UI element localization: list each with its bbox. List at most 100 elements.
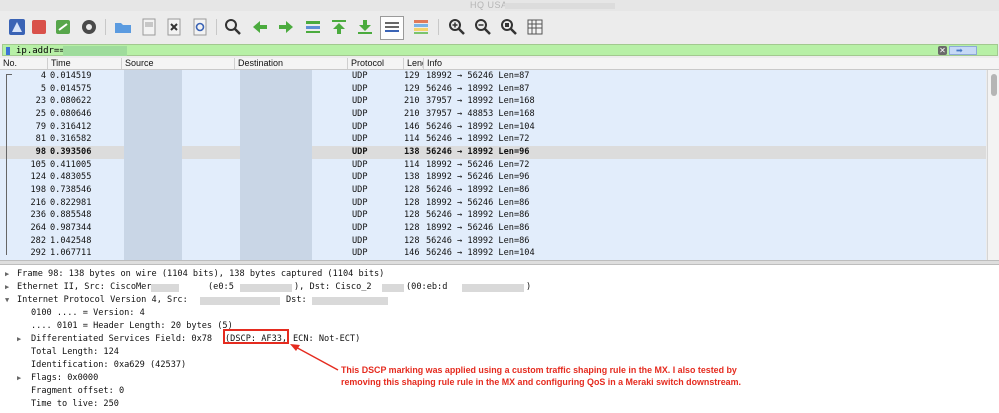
cell-info: 18992 → 56246 Len=86 bbox=[426, 223, 530, 234]
zoom-out-icon[interactable] bbox=[472, 16, 494, 38]
go-to-packet-icon[interactable] bbox=[302, 16, 324, 38]
cell-time: 0.411005 bbox=[50, 159, 92, 170]
cell-length: 128 bbox=[404, 210, 420, 221]
redacted-source bbox=[124, 82, 182, 96]
table-row[interactable]: 264 0.987344 UDP 128 18992 → 56246 Len=86 bbox=[0, 222, 986, 235]
cell-protocol: UDP bbox=[352, 109, 368, 119]
redacted-destination bbox=[240, 108, 312, 121]
save-file-icon[interactable] bbox=[138, 16, 160, 38]
reload-icon[interactable] bbox=[189, 16, 211, 38]
cell-protocol: UDP bbox=[352, 210, 368, 221]
display-filter-input[interactable]: ip.addr== ✕ ➡ bbox=[2, 44, 998, 56]
packet-details-pane: ▶ Frame 98: 138 bytes on wire (1104 bits… bbox=[0, 265, 999, 413]
cell-info: 56246 → 18992 Len=104 bbox=[426, 248, 535, 259]
go-first-icon[interactable] bbox=[328, 16, 350, 38]
redacted-source bbox=[124, 222, 182, 235]
cell-length: 138 bbox=[404, 147, 420, 158]
expand-triangle-icon[interactable]: ▶ bbox=[5, 268, 9, 281]
cell-time: 1.042548 bbox=[50, 235, 92, 246]
column-header-source[interactable]: Source bbox=[122, 58, 235, 69]
cell-length: 128 bbox=[404, 197, 420, 208]
column-header-no[interactable]: No. bbox=[0, 58, 48, 69]
expand-triangle-icon[interactable]: ▶ bbox=[17, 372, 21, 385]
column-header-length[interactable]: Length bbox=[404, 58, 424, 69]
scrollbar-thumb[interactable] bbox=[991, 74, 997, 96]
clear-filter-icon[interactable]: ✕ bbox=[938, 46, 947, 55]
table-row[interactable]: 98 0.393506 UDP 138 56246 → 18992 Len=96 bbox=[0, 146, 986, 159]
tree-item-frame[interactable]: ▶ Frame 98: 138 bytes on wire (1104 bits… bbox=[0, 268, 999, 281]
cell-length: 210 bbox=[404, 109, 420, 119]
table-row[interactable]: 81 0.316582 UDP 114 56246 → 18992 Len=72 bbox=[0, 133, 986, 146]
redacted-destination bbox=[240, 158, 312, 172]
annotation-text: This DSCP marking was applied using a cu… bbox=[341, 364, 791, 388]
column-header-protocol[interactable]: Protocol bbox=[348, 58, 404, 69]
dscp-highlight-box bbox=[223, 329, 289, 344]
open-folder-icon[interactable] bbox=[112, 16, 134, 38]
column-header-time[interactable]: Time bbox=[48, 58, 122, 69]
table-row[interactable]: 236 0.885548 UDP 128 56246 → 18992 Len=86 bbox=[0, 209, 986, 223]
cell-info: 37957 → 48853 Len=168 bbox=[426, 109, 535, 119]
packet-list[interactable]: 4 0.014519 UDP 129 18992 → 56246 Len=87 5 0.01… bbox=[0, 70, 986, 260]
main-toolbar bbox=[0, 11, 999, 45]
collapse-triangle-icon[interactable]: ▼ bbox=[5, 294, 9, 307]
column-header-info[interactable]: Info bbox=[424, 58, 999, 69]
table-row[interactable]: 292 1.067711 UDP 146 56246 → 18992 Len=104 bbox=[0, 247, 986, 260]
cell-protocol: UDP bbox=[352, 197, 368, 208]
redacted-destination bbox=[240, 133, 312, 146]
tree-item-ipv4[interactable]: ▼ Internet Protocol Version 4, Src: Dst: bbox=[0, 294, 999, 307]
arrow-right-icon: ➡ bbox=[956, 46, 963, 55]
redacted-source bbox=[124, 234, 182, 248]
cell-time: 0.738546 bbox=[50, 185, 92, 196]
redacted-destination bbox=[240, 247, 312, 260]
find-icon[interactable] bbox=[222, 16, 244, 38]
redacted-source bbox=[124, 247, 182, 260]
window-title: HQ USA bbox=[470, 0, 508, 10]
apply-filter-button[interactable]: ➡ bbox=[949, 46, 977, 55]
autoscroll-icon[interactable] bbox=[380, 16, 404, 40]
redacted-source bbox=[124, 158, 182, 172]
packet-list-header: No. Time Source Destination Protocol Len… bbox=[0, 58, 999, 70]
expand-triangle-icon[interactable]: ▶ bbox=[17, 333, 21, 346]
table-row[interactable]: 23 0.080622 UDP 210 37957 → 18992 Len=168 bbox=[0, 95, 986, 108]
table-row[interactable]: 282 1.042548 UDP 128 56246 → 18992 Len=86 bbox=[0, 234, 986, 248]
stop-icon[interactable] bbox=[28, 16, 50, 38]
cell-time: 0.316412 bbox=[50, 121, 92, 132]
tree-item-dsfield[interactable]: ▶ Differentiated Services Field: 0x78 (D… bbox=[0, 333, 999, 346]
cell-time: 0.014575 bbox=[50, 83, 92, 94]
table-row[interactable]: 105 0.411005 UDP 114 18992 → 56246 Len=72 bbox=[0, 158, 986, 172]
close-file-icon[interactable] bbox=[163, 16, 185, 38]
cell-length: 114 bbox=[404, 134, 420, 145]
go-last-icon[interactable] bbox=[354, 16, 376, 38]
table-row[interactable]: 79 0.316412 UDP 146 56246 → 18992 Len=104 bbox=[0, 120, 986, 134]
expand-triangle-icon[interactable]: ▶ bbox=[5, 281, 9, 294]
column-header-destination[interactable]: Destination bbox=[235, 58, 348, 69]
colorize-icon[interactable] bbox=[410, 16, 432, 38]
table-row[interactable]: 5 0.014575 UDP 129 56246 → 18992 Len=87 bbox=[0, 82, 986, 96]
bookmark-icon[interactable] bbox=[6, 47, 10, 55]
cell-length: 129 bbox=[404, 71, 420, 81]
filter-text: ip.addr== bbox=[16, 46, 65, 56]
cell-length: 129 bbox=[404, 83, 420, 94]
restart-icon[interactable] bbox=[52, 16, 74, 38]
go-back-icon[interactable] bbox=[249, 16, 271, 38]
table-row[interactable]: 124 0.483055 UDP 138 18992 → 56246 Len=96 bbox=[0, 171, 986, 185]
table-row[interactable]: 4 0.014519 UDP 129 18992 → 56246 Len=87 bbox=[0, 70, 986, 83]
toolbar-separator bbox=[105, 19, 106, 35]
go-forward-icon[interactable] bbox=[275, 16, 297, 38]
table-row[interactable]: 25 0.080646 UDP 210 37957 → 48853 Len=168 bbox=[0, 108, 986, 121]
cell-protocol: UDP bbox=[352, 71, 368, 81]
shark-fin-icon[interactable] bbox=[6, 16, 28, 38]
options-gear-icon[interactable] bbox=[78, 16, 100, 38]
redacted-mac bbox=[462, 284, 524, 292]
packet-list-scrollbar[interactable] bbox=[987, 70, 999, 260]
zoom-in-icon[interactable] bbox=[446, 16, 468, 38]
tree-item-ethernet[interactable]: ▶ Ethernet II, Src: CiscoMer_ (e0:5 ), D… bbox=[0, 281, 999, 294]
table-row[interactable]: 216 0.822981 UDP 128 18992 → 56246 Len=86 bbox=[0, 196, 986, 210]
zoom-normal-icon[interactable] bbox=[498, 16, 520, 38]
redacted-destination bbox=[240, 184, 312, 197]
annotation-line-1: This DSCP marking was applied using a cu… bbox=[341, 365, 737, 375]
redacted-source bbox=[124, 120, 182, 134]
resize-columns-icon[interactable] bbox=[524, 16, 546, 38]
cell-length: 128 bbox=[404, 223, 420, 234]
table-row[interactable]: 198 0.738546 UDP 128 56246 → 18992 Len=86 bbox=[0, 184, 986, 197]
